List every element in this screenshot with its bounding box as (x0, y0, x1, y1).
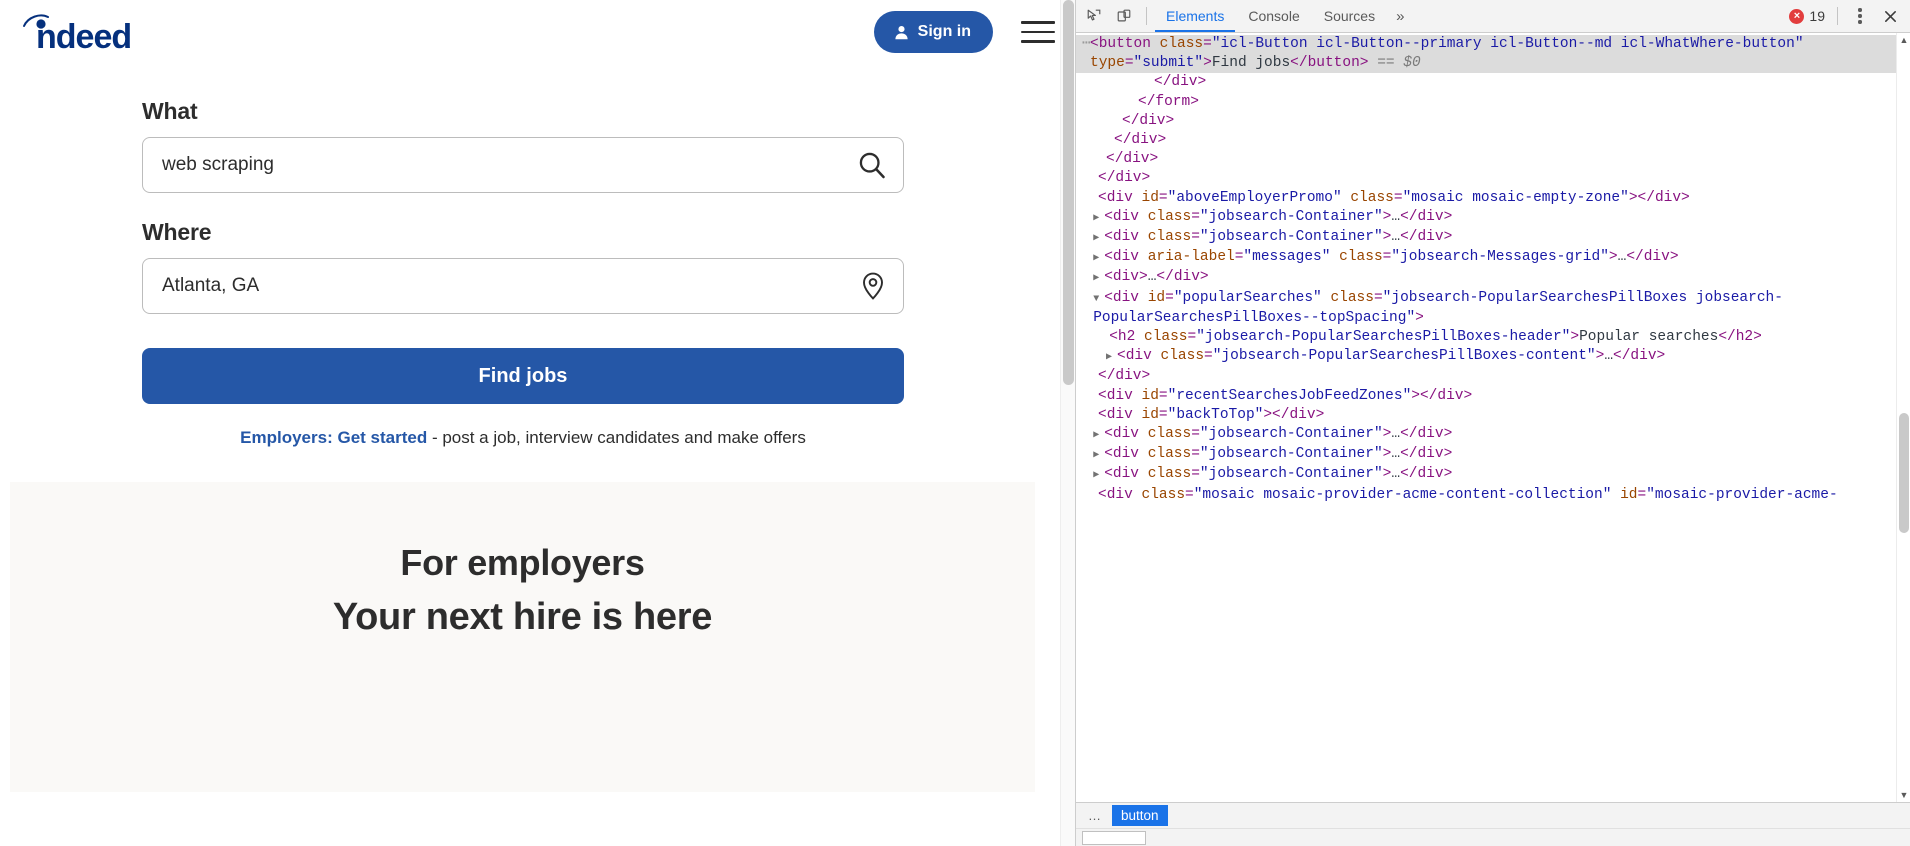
inspect-element-icon[interactable] (1080, 3, 1108, 29)
dom-breadcrumb: … button (1076, 802, 1910, 828)
svg-text:ndeed: ndeed (36, 18, 131, 52)
devtools-panel: Elements Console Sources » × 19 ⋯ <butto… (1075, 0, 1910, 846)
search-icon[interactable] (857, 150, 887, 180)
footer-input-box[interactable] (1082, 830, 1146, 845)
dom-node[interactable]: </div> (1076, 367, 1910, 386)
dom-node[interactable]: </div> (1076, 131, 1910, 150)
tab-elements[interactable]: Elements (1155, 0, 1236, 32)
dom-node[interactable]: ▶ <div class="jobsearch-Container">…</div… (1076, 445, 1910, 465)
dom-tree[interactable]: ⋯ <button class="icl-Button icl-Button--p… (1076, 33, 1910, 802)
expand-triangle-icon[interactable]: ▶ (1093, 249, 1104, 268)
devtools-body: ⋯ <button class="icl-Button icl-Button--p… (1076, 33, 1910, 802)
expand-triangle-icon[interactable]: ▶ (1093, 269, 1104, 288)
dom-node[interactable]: ▶ <div class="jobsearch-Container">…</div… (1076, 208, 1910, 228)
sign-in-button[interactable]: Sign in (873, 11, 993, 53)
sign-in-label: Sign in (917, 23, 971, 40)
dom-node-selected[interactable]: ⋯ <button class="icl-Button icl-Button--p… (1076, 35, 1910, 74)
expand-triangle-icon[interactable]: ▶ (1093, 209, 1104, 228)
dom-node[interactable]: </div> (1076, 150, 1910, 169)
dom-node[interactable]: ▶ <div class="jobsearch-Container">…</div… (1076, 425, 1910, 445)
where-input-wrapper[interactable] (142, 258, 904, 314)
more-tabs-chevron-icon[interactable]: » (1388, 8, 1412, 25)
person-icon (895, 25, 908, 39)
location-pin-icon[interactable] (859, 271, 887, 301)
expand-triangle-icon[interactable]: ▶ (1106, 348, 1117, 367)
screen-root: ndeed Sign in What web scraping Where At… (0, 0, 1910, 846)
scroll-up-arrow[interactable]: ▲ (1897, 33, 1910, 47)
scroll-down-arrow[interactable]: ▼ (1897, 788, 1910, 802)
for-employers-headline: Your next hire is here (332, 596, 713, 638)
dom-node[interactable]: </div> (1076, 169, 1910, 188)
collapse-triangle-icon[interactable]: ▼ (1093, 290, 1104, 309)
what-field-label: What (142, 98, 198, 124)
dom-node[interactable]: <h2 class="jobsearch-PopularSearchesPill… (1076, 328, 1910, 347)
page-scrollbar[interactable] (1060, 0, 1075, 846)
dom-node[interactable]: ▶ <div class="jobsearch-PopularSearchesPi… (1076, 347, 1910, 367)
dom-node[interactable]: ▼ <div id="popularSearches" class="jobsea… (1076, 289, 1910, 328)
find-jobs-button[interactable]: Find jobs (142, 348, 904, 404)
error-count-badge[interactable]: × 19 (1785, 8, 1829, 24)
for-employers-eyebrow: For employers (400, 542, 645, 583)
close-devtools-icon[interactable] (1876, 3, 1904, 29)
where-input[interactable] (143, 259, 903, 313)
hamburger-menu-icon[interactable] (1021, 17, 1055, 47)
dom-tree-scrollbar[interactable]: ▲ ▼ (1896, 33, 1910, 802)
devtools-footer (1076, 828, 1910, 846)
toolbar-divider-2 (1837, 7, 1838, 25)
breadcrumb-overflow[interactable]: … (1082, 808, 1108, 823)
employers-get-started-link[interactable]: Employers: Get started (240, 428, 427, 447)
device-toolbar-icon[interactable] (1110, 3, 1138, 29)
employer-promo: Employers: Get started - post a job, int… (142, 428, 904, 448)
for-employers-section: For employers Your next hire is here (10, 482, 1035, 792)
browser-viewport: ndeed Sign in What web scraping Where At… (0, 0, 1075, 846)
tab-console[interactable]: Console (1237, 0, 1310, 32)
dom-node[interactable]: </div> (1076, 112, 1910, 131)
indeed-logo-icon: ndeed (23, 14, 132, 52)
dom-node[interactable]: ▶ <div>…</div> (1076, 268, 1910, 288)
expand-triangle-icon[interactable]: ▶ (1093, 229, 1104, 248)
employer-promo-text: - post a job, interview candidates and m… (427, 428, 806, 447)
breadcrumb-item-button[interactable]: button (1112, 805, 1168, 826)
tab-sources[interactable]: Sources (1313, 0, 1386, 32)
error-circle-icon: × (1789, 8, 1805, 24)
dom-node[interactable]: </div> (1076, 73, 1910, 92)
what-input-wrapper[interactable] (142, 137, 904, 193)
dom-node[interactable]: <div id="recentSearchesJobFeedZones"></d… (1076, 387, 1910, 406)
dom-node[interactable]: ▶ <div aria-label="messages" class="jobse… (1076, 248, 1910, 268)
expand-triangle-icon[interactable]: ▶ (1093, 446, 1104, 465)
dom-node-ellipsis: ⋯ (1082, 36, 1092, 52)
expand-triangle-icon[interactable]: ▶ (1093, 426, 1104, 445)
expand-triangle-icon[interactable]: ▶ (1093, 466, 1104, 485)
job-search-form: What Where (0, 64, 1075, 448)
indeed-logo[interactable]: ndeed (18, 12, 138, 52)
toolbar-divider (1146, 7, 1147, 25)
page-scrollbar-thumb[interactable] (1063, 0, 1074, 385)
what-input[interactable] (143, 138, 903, 192)
dom-node[interactable]: </form> (1076, 93, 1910, 112)
where-field-label: Where (142, 219, 212, 245)
toolbar-right-group: × 19 (1785, 3, 1904, 29)
error-count-label: 19 (1809, 8, 1825, 24)
dom-scrollbar-thumb[interactable] (1899, 413, 1909, 533)
devtools-toolbar: Elements Console Sources » × 19 (1076, 0, 1910, 33)
site-header: ndeed Sign in (0, 0, 1075, 64)
dom-node[interactable]: <div id="aboveEmployerPromo" class="mosa… (1076, 189, 1910, 208)
dom-node[interactable]: <div class="mosaic mosaic-provider-acme-… (1076, 486, 1910, 505)
dom-node[interactable]: ▶ <div class="jobsearch-Container">…</div… (1076, 228, 1910, 248)
dom-node[interactable]: <div id="backToTop"></div> (1076, 406, 1910, 425)
more-options-kebab-icon[interactable] (1846, 3, 1874, 29)
dom-node[interactable]: ▶ <div class="jobsearch-Container">…</div… (1076, 465, 1910, 485)
